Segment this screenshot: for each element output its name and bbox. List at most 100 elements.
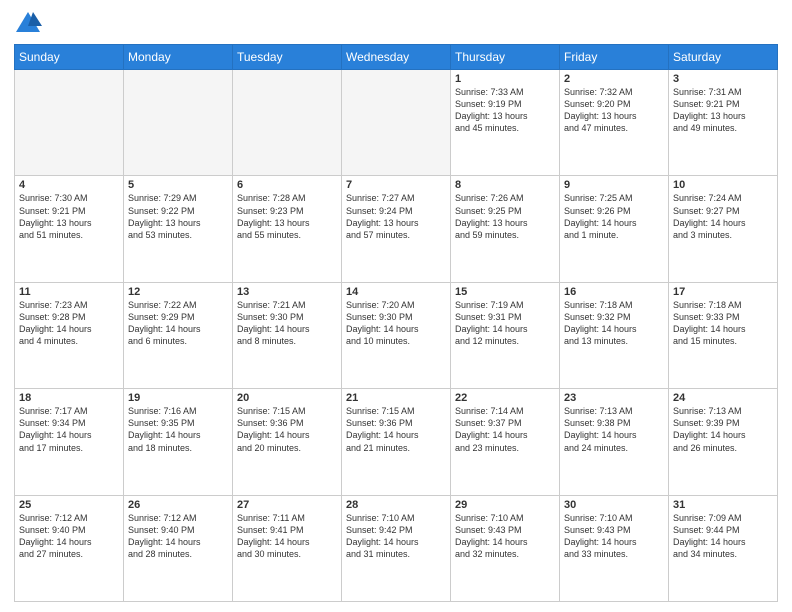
day-number: 15	[455, 286, 555, 298]
day-number: 19	[128, 392, 228, 404]
day-info: Sunrise: 7:24 AM Sunset: 9:27 PM Dayligh…	[673, 192, 773, 241]
weekday-header-sunday: Sunday	[15, 45, 124, 70]
day-info: Sunrise: 7:29 AM Sunset: 9:22 PM Dayligh…	[128, 192, 228, 241]
day-info: Sunrise: 7:31 AM Sunset: 9:21 PM Dayligh…	[673, 86, 773, 135]
day-number: 5	[128, 179, 228, 191]
logo-icon	[14, 10, 42, 38]
day-number: 28	[346, 499, 446, 511]
calendar-cell	[124, 70, 233, 176]
day-number: 18	[19, 392, 119, 404]
calendar-cell: 6Sunrise: 7:28 AM Sunset: 9:23 PM Daylig…	[233, 176, 342, 282]
calendar-cell: 8Sunrise: 7:26 AM Sunset: 9:25 PM Daylig…	[451, 176, 560, 282]
calendar-cell: 29Sunrise: 7:10 AM Sunset: 9:43 PM Dayli…	[451, 495, 560, 601]
day-number: 21	[346, 392, 446, 404]
calendar-cell: 16Sunrise: 7:18 AM Sunset: 9:32 PM Dayli…	[560, 282, 669, 388]
day-info: Sunrise: 7:27 AM Sunset: 9:24 PM Dayligh…	[346, 192, 446, 241]
calendar-cell: 15Sunrise: 7:19 AM Sunset: 9:31 PM Dayli…	[451, 282, 560, 388]
calendar-cell: 26Sunrise: 7:12 AM Sunset: 9:40 PM Dayli…	[124, 495, 233, 601]
day-number: 29	[455, 499, 555, 511]
day-number: 8	[455, 179, 555, 191]
day-number: 31	[673, 499, 773, 511]
day-info: Sunrise: 7:25 AM Sunset: 9:26 PM Dayligh…	[564, 192, 664, 241]
calendar-cell: 1Sunrise: 7:33 AM Sunset: 9:19 PM Daylig…	[451, 70, 560, 176]
calendar-row-3: 18Sunrise: 7:17 AM Sunset: 9:34 PM Dayli…	[15, 389, 778, 495]
day-info: Sunrise: 7:30 AM Sunset: 9:21 PM Dayligh…	[19, 192, 119, 241]
day-number: 16	[564, 286, 664, 298]
logo	[14, 10, 46, 38]
calendar-cell: 17Sunrise: 7:18 AM Sunset: 9:33 PM Dayli…	[669, 282, 778, 388]
day-number: 22	[455, 392, 555, 404]
calendar-cell	[342, 70, 451, 176]
calendar-cell: 22Sunrise: 7:14 AM Sunset: 9:37 PM Dayli…	[451, 389, 560, 495]
day-number: 6	[237, 179, 337, 191]
day-info: Sunrise: 7:26 AM Sunset: 9:25 PM Dayligh…	[455, 192, 555, 241]
weekday-header-wednesday: Wednesday	[342, 45, 451, 70]
day-number: 26	[128, 499, 228, 511]
calendar-cell: 7Sunrise: 7:27 AM Sunset: 9:24 PM Daylig…	[342, 176, 451, 282]
day-number: 9	[564, 179, 664, 191]
calendar-cell: 12Sunrise: 7:22 AM Sunset: 9:29 PM Dayli…	[124, 282, 233, 388]
weekday-header-thursday: Thursday	[451, 45, 560, 70]
calendar-cell: 13Sunrise: 7:21 AM Sunset: 9:30 PM Dayli…	[233, 282, 342, 388]
day-info: Sunrise: 7:10 AM Sunset: 9:43 PM Dayligh…	[455, 512, 555, 561]
weekday-header-row: SundayMondayTuesdayWednesdayThursdayFrid…	[15, 45, 778, 70]
day-number: 10	[673, 179, 773, 191]
calendar-cell: 24Sunrise: 7:13 AM Sunset: 9:39 PM Dayli…	[669, 389, 778, 495]
day-number: 7	[346, 179, 446, 191]
weekday-header-saturday: Saturday	[669, 45, 778, 70]
calendar-cell: 21Sunrise: 7:15 AM Sunset: 9:36 PM Dayli…	[342, 389, 451, 495]
calendar-cell: 2Sunrise: 7:32 AM Sunset: 9:20 PM Daylig…	[560, 70, 669, 176]
day-number: 25	[19, 499, 119, 511]
day-number: 14	[346, 286, 446, 298]
day-info: Sunrise: 7:32 AM Sunset: 9:20 PM Dayligh…	[564, 86, 664, 135]
calendar-cell: 11Sunrise: 7:23 AM Sunset: 9:28 PM Dayli…	[15, 282, 124, 388]
calendar-cell: 3Sunrise: 7:31 AM Sunset: 9:21 PM Daylig…	[669, 70, 778, 176]
calendar-row-0: 1Sunrise: 7:33 AM Sunset: 9:19 PM Daylig…	[15, 70, 778, 176]
calendar-cell	[233, 70, 342, 176]
calendar-row-4: 25Sunrise: 7:12 AM Sunset: 9:40 PM Dayli…	[15, 495, 778, 601]
calendar-cell: 18Sunrise: 7:17 AM Sunset: 9:34 PM Dayli…	[15, 389, 124, 495]
day-info: Sunrise: 7:13 AM Sunset: 9:38 PM Dayligh…	[564, 405, 664, 454]
day-number: 27	[237, 499, 337, 511]
day-info: Sunrise: 7:13 AM Sunset: 9:39 PM Dayligh…	[673, 405, 773, 454]
weekday-header-tuesday: Tuesday	[233, 45, 342, 70]
day-info: Sunrise: 7:15 AM Sunset: 9:36 PM Dayligh…	[237, 405, 337, 454]
calendar-cell: 9Sunrise: 7:25 AM Sunset: 9:26 PM Daylig…	[560, 176, 669, 282]
day-number: 2	[564, 73, 664, 85]
day-info: Sunrise: 7:18 AM Sunset: 9:33 PM Dayligh…	[673, 299, 773, 348]
calendar-cell: 4Sunrise: 7:30 AM Sunset: 9:21 PM Daylig…	[15, 176, 124, 282]
day-number: 4	[19, 179, 119, 191]
day-info: Sunrise: 7:15 AM Sunset: 9:36 PM Dayligh…	[346, 405, 446, 454]
day-info: Sunrise: 7:21 AM Sunset: 9:30 PM Dayligh…	[237, 299, 337, 348]
day-info: Sunrise: 7:20 AM Sunset: 9:30 PM Dayligh…	[346, 299, 446, 348]
day-info: Sunrise: 7:10 AM Sunset: 9:43 PM Dayligh…	[564, 512, 664, 561]
calendar-cell: 28Sunrise: 7:10 AM Sunset: 9:42 PM Dayli…	[342, 495, 451, 601]
day-info: Sunrise: 7:17 AM Sunset: 9:34 PM Dayligh…	[19, 405, 119, 454]
day-info: Sunrise: 7:22 AM Sunset: 9:29 PM Dayligh…	[128, 299, 228, 348]
day-info: Sunrise: 7:14 AM Sunset: 9:37 PM Dayligh…	[455, 405, 555, 454]
calendar-cell	[15, 70, 124, 176]
calendar-table: SundayMondayTuesdayWednesdayThursdayFrid…	[14, 44, 778, 602]
day-info: Sunrise: 7:18 AM Sunset: 9:32 PM Dayligh…	[564, 299, 664, 348]
day-info: Sunrise: 7:12 AM Sunset: 9:40 PM Dayligh…	[128, 512, 228, 561]
header	[14, 10, 778, 38]
day-info: Sunrise: 7:19 AM Sunset: 9:31 PM Dayligh…	[455, 299, 555, 348]
day-number: 20	[237, 392, 337, 404]
calendar-cell: 31Sunrise: 7:09 AM Sunset: 9:44 PM Dayli…	[669, 495, 778, 601]
day-info: Sunrise: 7:12 AM Sunset: 9:40 PM Dayligh…	[19, 512, 119, 561]
day-number: 13	[237, 286, 337, 298]
day-info: Sunrise: 7:16 AM Sunset: 9:35 PM Dayligh…	[128, 405, 228, 454]
day-number: 23	[564, 392, 664, 404]
day-info: Sunrise: 7:28 AM Sunset: 9:23 PM Dayligh…	[237, 192, 337, 241]
day-info: Sunrise: 7:11 AM Sunset: 9:41 PM Dayligh…	[237, 512, 337, 561]
day-info: Sunrise: 7:23 AM Sunset: 9:28 PM Dayligh…	[19, 299, 119, 348]
calendar-cell: 27Sunrise: 7:11 AM Sunset: 9:41 PM Dayli…	[233, 495, 342, 601]
day-number: 17	[673, 286, 773, 298]
day-number: 11	[19, 286, 119, 298]
calendar-cell: 20Sunrise: 7:15 AM Sunset: 9:36 PM Dayli…	[233, 389, 342, 495]
calendar-cell: 14Sunrise: 7:20 AM Sunset: 9:30 PM Dayli…	[342, 282, 451, 388]
calendar-cell: 5Sunrise: 7:29 AM Sunset: 9:22 PM Daylig…	[124, 176, 233, 282]
calendar-cell: 23Sunrise: 7:13 AM Sunset: 9:38 PM Dayli…	[560, 389, 669, 495]
page: SundayMondayTuesdayWednesdayThursdayFrid…	[0, 0, 792, 612]
day-number: 24	[673, 392, 773, 404]
